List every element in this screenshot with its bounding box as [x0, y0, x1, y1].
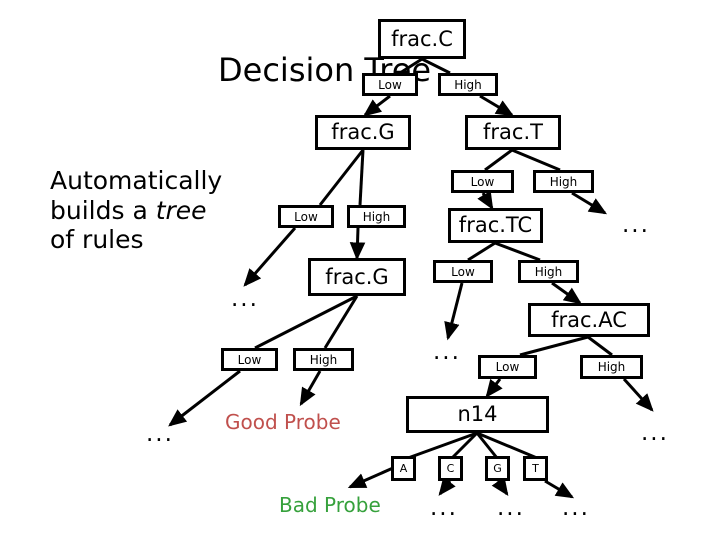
- edge-label-frac-g-low[interactable]: Low: [278, 205, 334, 228]
- edge-label-n14-c[interactable]: C: [438, 456, 463, 481]
- ellipsis-frac-ac-high: ...: [641, 420, 669, 446]
- ellipsis-frac-g-low: ...: [231, 286, 259, 312]
- node-frac-tc[interactable]: frac.TC: [448, 208, 543, 243]
- leaf-good-probe: Good Probe: [225, 410, 341, 434]
- body-text-line-3: of rules: [50, 225, 144, 254]
- edge-label-frac-g-high[interactable]: High: [347, 205, 406, 228]
- edge-label-n14-g[interactable]: G: [485, 456, 510, 481]
- body-text-line-2-prefix: builds a: [50, 195, 156, 225]
- slide-canvas: Decision Tree Automatically builds a tre…: [0, 0, 720, 540]
- edge-label-frac-ac-high[interactable]: High: [580, 355, 643, 379]
- node-frac-c[interactable]: frac.C: [378, 19, 466, 59]
- edge-label-frac-g-2-low[interactable]: Low: [221, 348, 278, 371]
- ellipsis-frac-g-2-low: ...: [146, 421, 174, 447]
- edge-label-frac-c-low[interactable]: Low: [362, 73, 418, 96]
- node-n14[interactable]: n14: [406, 396, 549, 433]
- edge-label-frac-t-high[interactable]: High: [533, 170, 594, 193]
- edge-label-n14-a[interactable]: A: [391, 456, 416, 481]
- leaf-bad-probe: Bad Probe: [279, 493, 381, 517]
- ellipsis-frac-tc-low: ...: [433, 339, 461, 365]
- node-frac-ac[interactable]: frac.AC: [528, 303, 650, 337]
- body-text-line-2: builds a tree: [50, 196, 222, 226]
- edge-label-frac-tc-low[interactable]: Low: [433, 260, 493, 283]
- node-frac-g[interactable]: frac.G: [315, 115, 411, 150]
- edge-label-frac-ac-low[interactable]: Low: [478, 355, 537, 379]
- body-text-line-1: Automatically: [50, 166, 223, 195]
- ellipsis-frac-t-high: ...: [622, 212, 650, 238]
- ellipsis-n14-c: ...: [430, 495, 458, 521]
- body-text-block: Automatically builds a tree of rules: [50, 166, 222, 255]
- ellipsis-n14-t: ...: [562, 495, 590, 521]
- ellipsis-n14-g: ...: [497, 495, 525, 521]
- edge-label-frac-tc-high[interactable]: High: [518, 260, 579, 283]
- edge-label-frac-g-2-high[interactable]: High: [293, 348, 354, 371]
- edge-label-n14-t[interactable]: T: [523, 456, 548, 481]
- node-frac-t[interactable]: frac.T: [465, 115, 561, 150]
- edge-label-frac-t-low[interactable]: Low: [451, 170, 514, 193]
- body-text-emphasis-tree: tree: [155, 195, 207, 225]
- edge-label-frac-c-high[interactable]: High: [438, 73, 498, 96]
- node-frac-g-2[interactable]: frac.G: [308, 258, 406, 296]
